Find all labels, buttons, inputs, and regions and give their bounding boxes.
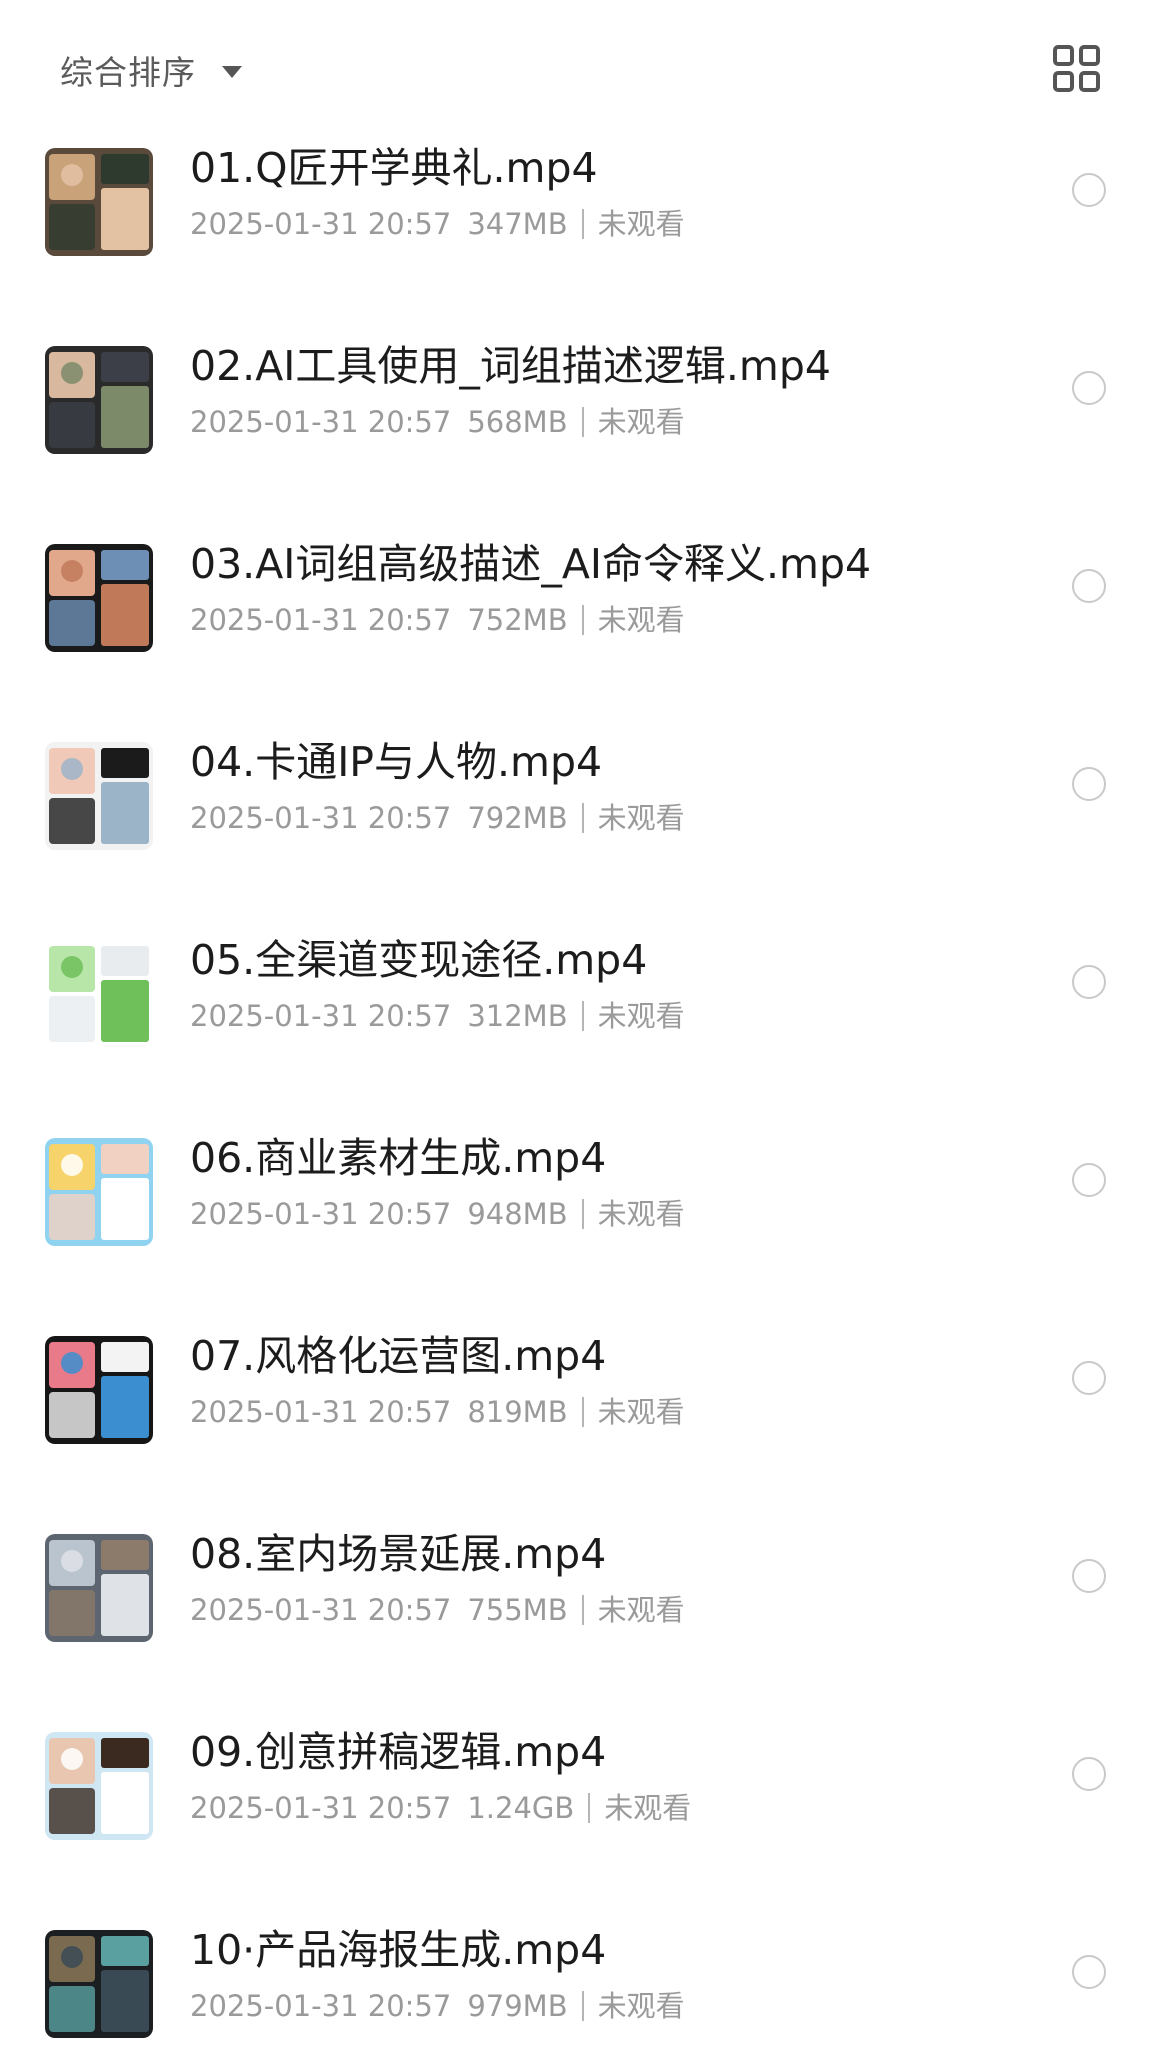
file-title: 02.AI工具使用_词组描述逻辑.mp4 (190, 342, 831, 390)
watch-status: 未观看 (597, 207, 685, 241)
watch-status: 未观看 (597, 1197, 685, 1231)
file-date: 2025-01-31 20:57 (190, 603, 452, 637)
radio-circle-icon[interactable] (1072, 569, 1106, 603)
sort-label: 综合排序 (60, 53, 196, 92)
meta-divider (588, 1793, 591, 1823)
file-row[interactable]: 09.创意拼稿逻辑.mp4 2025-01-31 20:57 1.24GB 未观看 (0, 1722, 1170, 1920)
file-meta: 2025-01-31 20:57 792MB 未观看 (190, 796, 685, 840)
file-row[interactable]: 07.风格化运营图.mp4 2025-01-31 20:57 819MB 未观看 (0, 1326, 1170, 1524)
radio-circle-icon[interactable] (1072, 1757, 1106, 1791)
file-title: 06.商业素材生成.mp4 (190, 1134, 607, 1182)
file-size: 312MB (467, 999, 568, 1033)
file-title: 03.AI词组高级描述_AI命令释义.mp4 (190, 540, 872, 588)
video-thumbnail[interactable] (45, 1732, 153, 1840)
file-row[interactable]: 03.AI词组高级描述_AI命令释义.mp4 2025-01-31 20:57 75… (0, 534, 1170, 732)
file-title: 01.Q匠开学典礼.mp4 (190, 144, 598, 192)
watch-status: 未观看 (597, 405, 685, 439)
watch-status: 未观看 (597, 1593, 685, 1627)
file-date: 2025-01-31 20:57 (190, 1593, 452, 1627)
file-size: 568MB (467, 405, 568, 439)
watch-status: 未观看 (604, 1791, 692, 1825)
video-thumbnail[interactable] (45, 1138, 153, 1246)
watch-status: 未观看 (597, 801, 685, 835)
file-title: 04.卡通IP与人物.mp4 (190, 738, 603, 786)
file-date: 2025-01-31 20:57 (190, 999, 452, 1033)
file-date: 2025-01-31 20:57 (190, 1395, 452, 1429)
meta-divider (581, 1397, 584, 1427)
meta-divider (581, 209, 584, 239)
file-row[interactable]: 10·产品海报生成.mp4 2025-01-31 20:57 979MB 未观看 (0, 1920, 1170, 2052)
watch-status: 未观看 (597, 603, 685, 637)
video-thumbnail[interactable] (45, 1930, 153, 2038)
file-meta: 2025-01-31 20:57 752MB 未观看 (190, 598, 685, 642)
meta-divider (581, 1001, 584, 1031)
file-row[interactable]: 01.Q匠开学典礼.mp4 2025-01-31 20:57 347MB 未观看 (0, 138, 1170, 336)
file-title: 09.创意拼稿逻辑.mp4 (190, 1728, 607, 1776)
file-meta: 2025-01-31 20:57 1.24GB 未观看 (190, 1786, 691, 1830)
watch-status: 未观看 (597, 1989, 685, 2023)
video-thumbnail[interactable] (45, 1336, 153, 1444)
file-meta: 2025-01-31 20:57 755MB 未观看 (190, 1588, 685, 1632)
watch-status: 未观看 (597, 1395, 685, 1429)
file-title: 10·产品海报生成.mp4 (190, 1926, 607, 1974)
file-size: 755MB (467, 1593, 568, 1627)
meta-divider (581, 407, 584, 437)
grid-view-icon (1053, 45, 1100, 92)
file-title: 07.风格化运营图.mp4 (190, 1332, 607, 1380)
watch-status: 未观看 (597, 999, 685, 1033)
file-date: 2025-01-31 20:57 (190, 1197, 452, 1231)
file-size: 948MB (467, 1197, 568, 1231)
video-thumbnail[interactable] (45, 1534, 153, 1642)
file-row[interactable]: 05.全渠道变现途径.mp4 2025-01-31 20:57 312MB 未观看 (0, 930, 1170, 1128)
file-meta: 2025-01-31 20:57 979MB 未观看 (190, 1984, 685, 2028)
meta-divider (581, 803, 584, 833)
video-thumbnail[interactable] (45, 148, 153, 256)
file-size: 979MB (467, 1989, 568, 2023)
file-date: 2025-01-31 20:57 (190, 1791, 452, 1825)
radio-circle-icon[interactable] (1072, 1559, 1106, 1593)
file-title: 08.室内场景延展.mp4 (190, 1530, 607, 1578)
caret-down-icon (222, 66, 242, 78)
file-row[interactable]: 08.室内场景延展.mp4 2025-01-31 20:57 755MB 未观看 (0, 1524, 1170, 1722)
list-header: 综合排序 (0, 0, 1170, 130)
file-size: 752MB (467, 603, 568, 637)
file-row[interactable]: 04.卡通IP与人物.mp4 2025-01-31 20:57 792MB 未观看 (0, 732, 1170, 930)
sort-dropdown[interactable]: 综合排序 (60, 44, 242, 96)
video-thumbnail[interactable] (45, 742, 153, 850)
file-size: 1.24GB (467, 1791, 575, 1825)
file-meta: 2025-01-31 20:57 819MB 未观看 (190, 1390, 685, 1434)
file-meta: 2025-01-31 20:57 312MB 未观看 (190, 994, 685, 1038)
file-row[interactable]: 02.AI工具使用_词组描述逻辑.mp4 2025-01-31 20:57 568M… (0, 336, 1170, 534)
video-thumbnail[interactable] (45, 346, 153, 454)
radio-circle-icon[interactable] (1072, 1955, 1106, 1989)
file-meta: 2025-01-31 20:57 347MB 未观看 (190, 202, 685, 246)
file-row[interactable]: 06.商业素材生成.mp4 2025-01-31 20:57 948MB 未观看 (0, 1128, 1170, 1326)
radio-circle-icon[interactable] (1072, 371, 1106, 405)
file-date: 2025-01-31 20:57 (190, 1989, 452, 2023)
radio-circle-icon[interactable] (1072, 965, 1106, 999)
file-date: 2025-01-31 20:57 (190, 405, 452, 439)
file-date: 2025-01-31 20:57 (190, 801, 452, 835)
meta-divider (581, 1991, 584, 2021)
video-thumbnail[interactable] (45, 544, 153, 652)
file-size: 347MB (467, 207, 568, 241)
meta-divider (581, 605, 584, 635)
radio-circle-icon[interactable] (1072, 173, 1106, 207)
file-title: 05.全渠道变现途径.mp4 (190, 936, 648, 984)
file-date: 2025-01-31 20:57 (190, 207, 452, 241)
radio-circle-icon[interactable] (1072, 1163, 1106, 1197)
file-size: 819MB (467, 1395, 568, 1429)
file-meta: 2025-01-31 20:57 948MB 未观看 (190, 1192, 685, 1236)
radio-circle-icon[interactable] (1072, 1361, 1106, 1395)
grid-view-toggle-button[interactable] (1052, 44, 1102, 94)
radio-circle-icon[interactable] (1072, 767, 1106, 801)
file-meta: 2025-01-31 20:57 568MB 未观看 (190, 400, 685, 444)
file-size: 792MB (467, 801, 568, 835)
video-thumbnail[interactable] (45, 940, 153, 1048)
file-list-panel: 综合排序 01.Q匠开学典礼.mp4 2025-01-31 20:57 347MB 未… (0, 0, 1170, 2052)
meta-divider (581, 1199, 584, 1229)
meta-divider (581, 1595, 584, 1625)
